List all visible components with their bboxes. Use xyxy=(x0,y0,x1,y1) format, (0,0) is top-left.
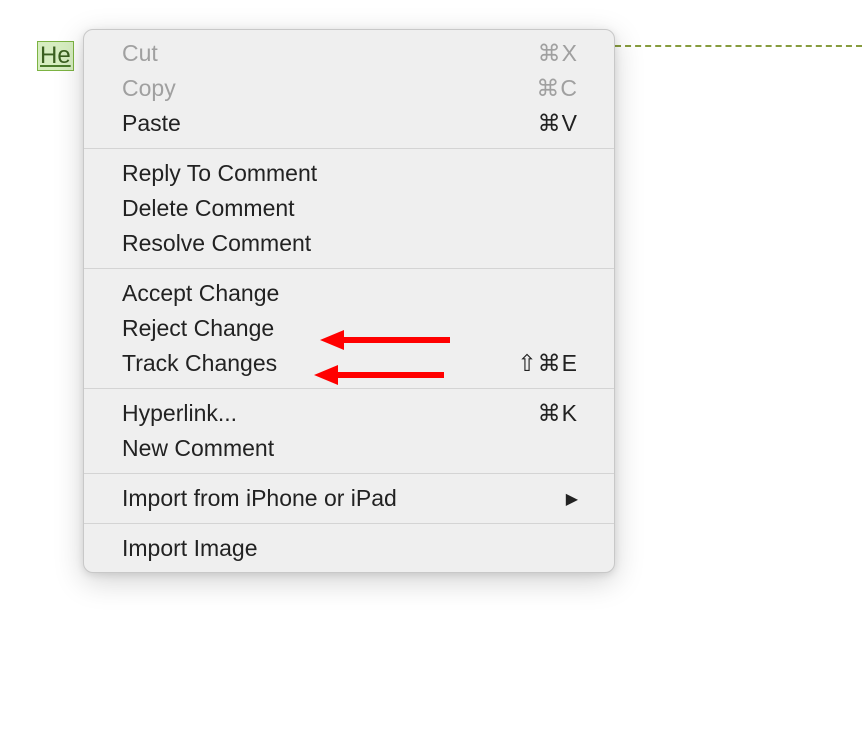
menu-label: Cut xyxy=(122,40,158,67)
menu-item-accept-change[interactable]: Accept Change xyxy=(84,276,614,311)
menu-label: Copy xyxy=(122,75,176,102)
menu-item-paste[interactable]: Paste ⌘V xyxy=(84,106,614,141)
shortcut-label: ⌘X xyxy=(538,40,578,67)
menu-label: Reply To Comment xyxy=(122,160,317,187)
comment-connector-line xyxy=(615,45,862,47)
menu-label: Hyperlink... xyxy=(122,400,237,427)
menu-label: New Comment xyxy=(122,435,274,462)
menu-item-new-comment[interactable]: New Comment xyxy=(84,431,614,466)
menu-label: Paste xyxy=(122,110,181,137)
shortcut-label: ⌘C xyxy=(536,75,578,102)
shortcut-label: ⌘V xyxy=(538,110,578,137)
shortcut-label: ⇧⌘E xyxy=(517,350,578,377)
menu-item-delete-comment[interactable]: Delete Comment xyxy=(84,191,614,226)
menu-item-import-image[interactable]: Import Image xyxy=(84,531,614,566)
menu-item-cut[interactable]: Cut ⌘X xyxy=(84,36,614,71)
menu-item-reject-change[interactable]: Reject Change xyxy=(84,311,614,346)
menu-label: Delete Comment xyxy=(122,195,295,222)
menu-item-import-iphone-ipad[interactable]: Import from iPhone or iPad ▶ xyxy=(84,481,614,516)
menu-item-hyperlink[interactable]: Hyperlink... ⌘K xyxy=(84,396,614,431)
menu-item-reply-comment[interactable]: Reply To Comment xyxy=(84,156,614,191)
shortcut-label: ⌘K xyxy=(538,400,578,427)
menu-label: Reject Change xyxy=(122,315,274,342)
menu-item-copy[interactable]: Copy ⌘C xyxy=(84,71,614,106)
menu-label: Track Changes xyxy=(122,350,277,377)
context-menu: Cut ⌘X Copy ⌘C Paste ⌘V Reply To Comment… xyxy=(83,29,615,573)
menu-label: Import from iPhone or iPad xyxy=(122,485,397,512)
menu-label: Import Image xyxy=(122,535,258,562)
menu-separator xyxy=(84,473,614,474)
menu-label: Resolve Comment xyxy=(122,230,311,257)
menu-item-track-changes[interactable]: Track Changes ⇧⌘E xyxy=(84,346,614,381)
submenu-arrow-icon: ▶ xyxy=(566,489,578,509)
menu-separator xyxy=(84,268,614,269)
menu-label: Accept Change xyxy=(122,280,279,307)
menu-separator xyxy=(84,388,614,389)
menu-separator xyxy=(84,523,614,524)
menu-separator xyxy=(84,148,614,149)
tracked-change-text[interactable]: He xyxy=(37,41,74,71)
menu-item-resolve-comment[interactable]: Resolve Comment xyxy=(84,226,614,261)
